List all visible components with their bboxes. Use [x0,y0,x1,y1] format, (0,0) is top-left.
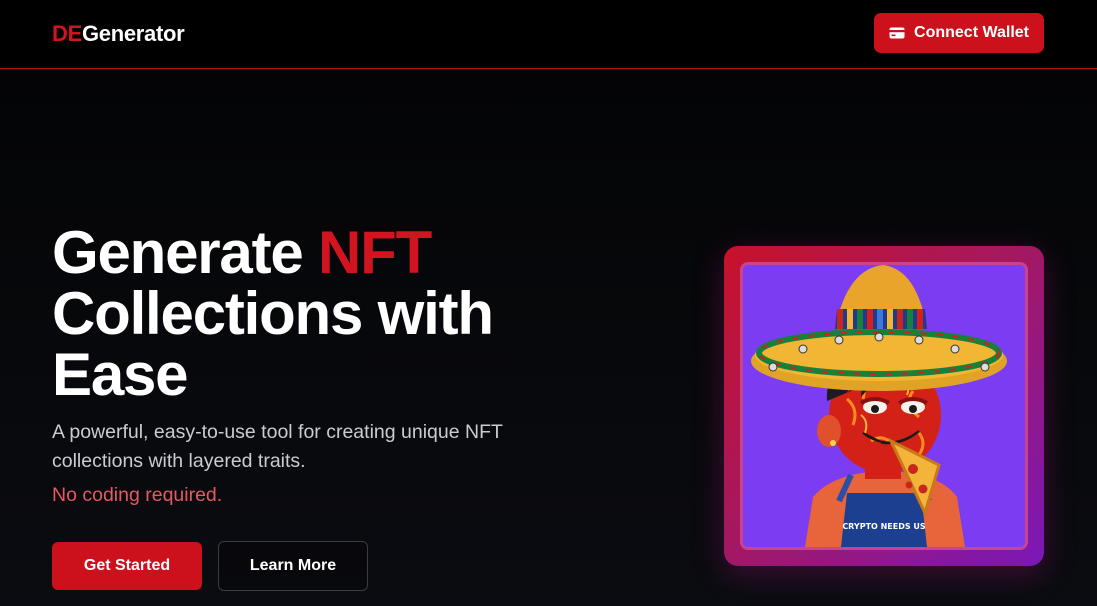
shirt-text: CRYPTO NEEDS US [842,522,926,531]
nft-preview-card: CRYPTO NEEDS US [724,246,1044,566]
logo[interactable]: DEGenerator [52,20,185,48]
get-started-button[interactable]: Get Started [52,542,202,590]
hero-headline: Generate NFT Collections with Ease [52,222,572,405]
wallet-icon [889,27,906,39]
headline-part2: Collections with Ease [52,280,494,408]
connect-wallet-button[interactable]: Connect Wallet [874,13,1044,53]
page: DEGenerator Connect Wallet Generate NFT C… [0,0,1097,606]
nft-image: CRYPTO NEEDS US [740,262,1028,550]
headline-part1: Generate [52,219,318,286]
connect-wallet-label: Connect Wallet [914,24,1029,41]
logo-accent: DE [52,21,82,46]
header: DEGenerator Connect Wallet [0,0,1097,69]
no-coding-text: No coding required. [52,484,223,506]
learn-more-button[interactable]: Learn More [218,541,368,591]
logo-text: Generator [81,21,185,46]
nft-artwork: CRYPTO NEEDS US [743,265,1025,547]
hero-subtitle: A powerful, easy-to-use tool for creatin… [52,421,503,472]
headline-highlight: NFT [318,219,432,286]
